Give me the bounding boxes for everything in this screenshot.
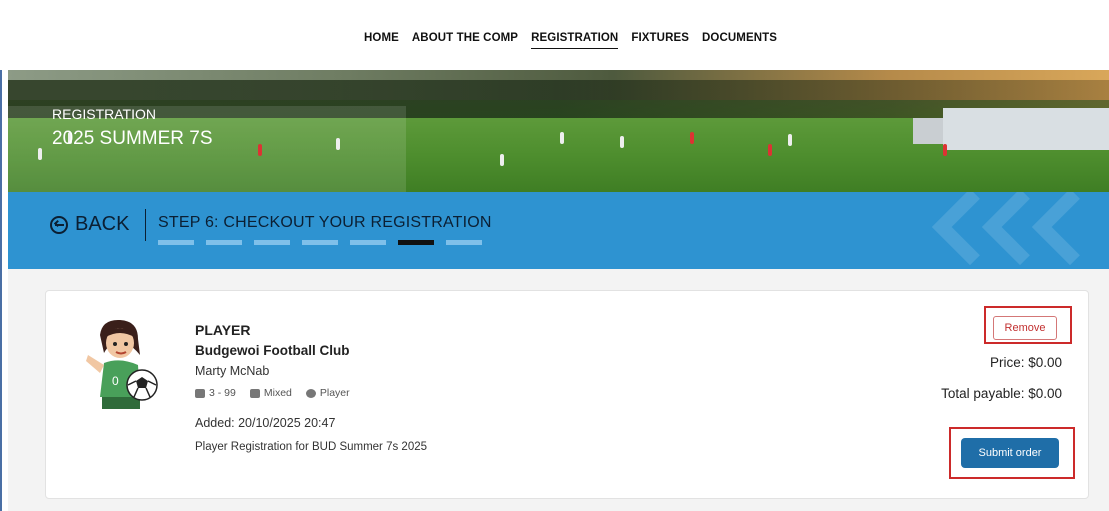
registration-meta: 3 - 99 Mixed Player bbox=[195, 387, 427, 399]
submit-order-button[interactable]: Submit order bbox=[961, 438, 1059, 468]
club-name: Budgewoi Football Club bbox=[195, 343, 350, 358]
nav-about[interactable]: ABOUT THE COMP bbox=[412, 32, 518, 49]
nav-documents[interactable]: DOCUMENTS bbox=[702, 32, 777, 49]
price: Price: $0.00 bbox=[989, 355, 1062, 370]
step-progress bbox=[158, 240, 482, 245]
order-card: 0 PLAYER Budgewoi Football Club Marty Mc… bbox=[45, 290, 1089, 499]
gender: Mixed bbox=[249, 387, 292, 399]
nav-registration[interactable]: REGISTRATION bbox=[531, 32, 619, 49]
back-label: BACK bbox=[75, 213, 130, 235]
registration-role: PLAYER bbox=[195, 322, 251, 338]
player-figure bbox=[690, 132, 694, 144]
step-title: STEP 6: CHECKOUT YOUR REGISTRATION bbox=[158, 214, 492, 231]
submit-highlight: Submit order bbox=[949, 427, 1075, 479]
player-figure bbox=[620, 136, 624, 148]
hero-kicker: REGISTRATION bbox=[52, 106, 156, 122]
step-segment bbox=[302, 240, 338, 245]
remove-button[interactable]: Remove bbox=[993, 316, 1057, 340]
nav-home[interactable]: HOME bbox=[364, 32, 399, 49]
player-figure bbox=[943, 144, 947, 156]
person-name: Marty McNab bbox=[195, 364, 270, 378]
gender-label: Mixed bbox=[263, 387, 292, 399]
total-payable: Total payable: $0.00 bbox=[941, 386, 1062, 401]
player-figure bbox=[500, 154, 504, 166]
hero-banner: REGISTRATION 2025 SUMMER 7S bbox=[8, 70, 1109, 192]
step-segment bbox=[158, 240, 194, 245]
back-button[interactable]: BACK bbox=[50, 213, 129, 236]
remove-highlight: Remove bbox=[984, 306, 1072, 344]
player-figure bbox=[336, 138, 340, 150]
people-icon bbox=[249, 388, 260, 398]
type: Player bbox=[305, 387, 350, 399]
svg-text:0: 0 bbox=[112, 374, 119, 388]
hero-title: 2025 SUMMER 7S bbox=[52, 128, 213, 149]
player-figure bbox=[38, 148, 42, 160]
player-figure bbox=[768, 144, 772, 156]
age-range-label: 3 - 99 bbox=[209, 387, 236, 399]
registration-description: Player Registration for BUD Summer 7s 20… bbox=[195, 441, 428, 453]
top-nav: HOME ABOUT THE COMP REGISTRATION FIXTURE… bbox=[0, 0, 1109, 70]
order-info: PLAYER Budgewoi Football Club Marty McNa… bbox=[195, 322, 427, 453]
nav-fixtures[interactable]: FIXTURES bbox=[631, 32, 689, 49]
player-figure bbox=[788, 134, 792, 146]
player-figure bbox=[258, 144, 262, 156]
added-date: Added: 20/10/2025 20:47 bbox=[195, 416, 336, 430]
divider bbox=[145, 209, 146, 241]
chevron-decoration bbox=[1043, 192, 1103, 269]
step-bar: BACK STEP 6: CHECKOUT YOUR REGISTRATION bbox=[8, 192, 1109, 269]
player-avatar-icon: 0 bbox=[86, 319, 158, 409]
step-segment bbox=[398, 240, 434, 245]
step-segment bbox=[350, 240, 386, 245]
content-area: 0 PLAYER Budgewoi Football Club Marty Mc… bbox=[8, 269, 1109, 511]
nav-menu: HOME ABOUT THE COMP REGISTRATION FIXTURE… bbox=[364, 32, 777, 49]
info-icon bbox=[305, 388, 316, 398]
age-icon bbox=[195, 388, 205, 398]
step-segment bbox=[446, 240, 482, 245]
player-figure bbox=[560, 132, 564, 144]
step-segment bbox=[206, 240, 242, 245]
type-label: Player bbox=[319, 387, 350, 399]
hero-building bbox=[943, 108, 1109, 150]
step-segment bbox=[254, 240, 290, 245]
back-arrow-icon bbox=[50, 215, 68, 234]
age-range: 3 - 99 bbox=[195, 387, 236, 399]
